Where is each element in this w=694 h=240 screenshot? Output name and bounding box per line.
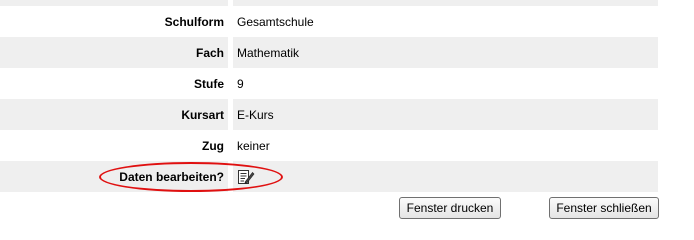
table-row: Stufe 9 xyxy=(0,68,658,99)
row-label: Fach xyxy=(0,37,228,68)
close-window-button[interactable]: Fenster schließen xyxy=(549,197,659,219)
table-row: Schulform Gesamtschule xyxy=(0,6,658,37)
print-window-button[interactable]: Fenster drucken xyxy=(399,197,501,219)
table-row-edit: Daten bearbeiten? xyxy=(0,161,658,192)
row-value: E-Kurs xyxy=(233,99,658,130)
edit-icon-graphic xyxy=(238,169,255,184)
row-label: Schulform xyxy=(0,6,228,37)
edit-icon[interactable] xyxy=(237,169,255,185)
info-table: Schulform Gesamtschule Fach Mathematik S… xyxy=(0,0,658,192)
table-row: Kursart E-Kurs xyxy=(0,99,658,130)
row-label: Zug xyxy=(0,130,228,161)
table-row: Fach Mathematik xyxy=(0,37,658,68)
row-value: 9 xyxy=(233,68,658,99)
table-row: Zug keiner xyxy=(0,130,658,161)
row-label: Stufe xyxy=(0,68,228,99)
edit-data-cell xyxy=(233,161,658,192)
row-label: Kursart xyxy=(0,99,228,130)
row-value: keiner xyxy=(233,130,658,161)
page: Schulform Gesamtschule Fach Mathematik S… xyxy=(0,0,694,226)
row-value: Mathematik xyxy=(233,37,658,68)
edit-data-label: Daten bearbeiten? xyxy=(0,161,228,192)
row-value: Gesamtschule xyxy=(233,6,658,37)
